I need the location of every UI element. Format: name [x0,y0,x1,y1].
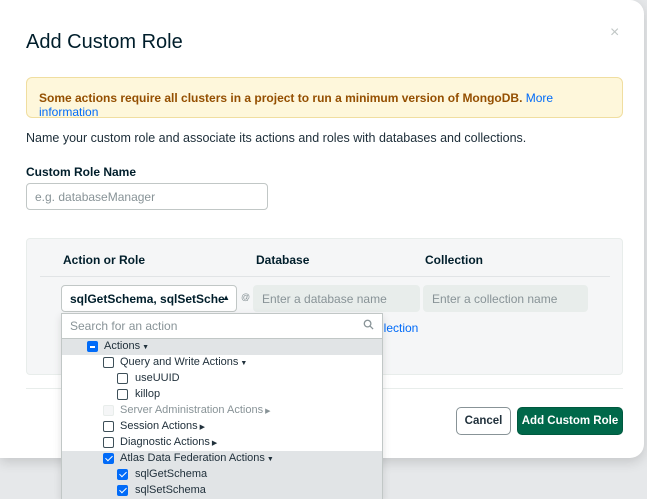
checkbox[interactable] [117,389,128,400]
role-name-label: Custom Role Name [26,165,137,179]
item-label: killop [135,388,161,400]
dropdown-item-server-admin-actions: Server Administration Actions ▶ [62,403,382,419]
item-label: sqlGetSchema [135,468,208,480]
search-icon [363,319,374,330]
dropdown-item-diagnostic-actions[interactable]: Diagnostic Actions ▶ [62,435,382,451]
database-input[interactable] [253,285,420,312]
at-symbol: @ [241,292,251,302]
database-header: Database [256,253,310,267]
chevron-right-icon: ▶ [265,408,271,415]
dropdown-item-query-write-actions[interactable]: Query and Write Actions ▼ [62,355,382,371]
action-or-role-header: Action or Role [63,253,146,267]
caret-up-icon: ▲ [222,293,230,302]
version-warning-banner: Some actions require all clusters in a p… [26,77,623,119]
checkbox[interactable] [117,373,128,384]
dropdown-item-useuuid[interactable]: useUUID [62,371,382,387]
item-label: useUUID [135,372,180,384]
dropdown-item-session-actions[interactable]: Session Actions ▶ [62,419,382,435]
modal-title: Add Custom Role [26,31,183,53]
checkbox[interactable] [103,357,114,368]
banner-text: Some actions require all clusters in a p… [39,91,523,105]
checkbox[interactable] [87,341,98,352]
dropdown-item-sqlgetschema[interactable]: sqlGetSchema [62,467,382,483]
collection-header: Collection [425,253,484,267]
dropdown-item-sqlsetschema[interactable]: sqlSetSchema [62,483,382,499]
item-label: Session Actions [120,420,198,432]
action-dropdown: Actions▼ Query and Write Actions▼ useUUI… [61,313,383,499]
header-divider [40,276,610,277]
item-label: Actions [104,340,141,352]
checkbox[interactable] [117,485,128,496]
dropdown-item-data-federation-actions[interactable]: Atlas Data Federation Actions ▼ [62,451,382,467]
checkbox[interactable] [103,437,114,448]
chevron-down-icon: ▼ [240,360,248,367]
chevron-right-icon: ▶ [199,424,206,431]
action-search-input[interactable] [62,314,382,339]
item-label: Diagnostic Actions [120,436,210,448]
checkbox[interactable] [103,421,114,432]
role-name-input[interactable] [26,183,268,210]
modal-description: Name your custom role and associate its … [26,131,527,145]
action-select-value: sqlGetSchema, sqlSetSche [70,292,225,306]
item-label: sqlSetSchema [135,484,206,496]
chevron-right-icon: ▶ [211,440,218,447]
checkbox[interactable] [117,469,128,480]
partial-collection-link[interactable]: llection [381,321,418,335]
dropdown-item-killop[interactable]: killop [62,387,382,403]
chevron-down-icon: ▼ [142,344,150,351]
add-custom-role-button[interactable]: Add Custom Role [517,407,623,435]
checkbox[interactable] [103,453,114,464]
collection-input[interactable] [423,285,588,312]
cancel-button[interactable]: Cancel [456,407,511,435]
item-label: Query and Write Actions [120,356,239,368]
checkbox [103,405,114,416]
dropdown-item-actions[interactable]: Actions ▼ [62,339,382,355]
close-icon[interactable]: × [610,24,619,42]
action-select[interactable]: sqlGetSchema, sqlSetSche ▲ [61,285,237,312]
item-label: Atlas Data Federation Actions [120,452,265,464]
chevron-down-icon: ▼ [266,456,274,463]
item-label: Server Administration Actions [120,404,264,416]
